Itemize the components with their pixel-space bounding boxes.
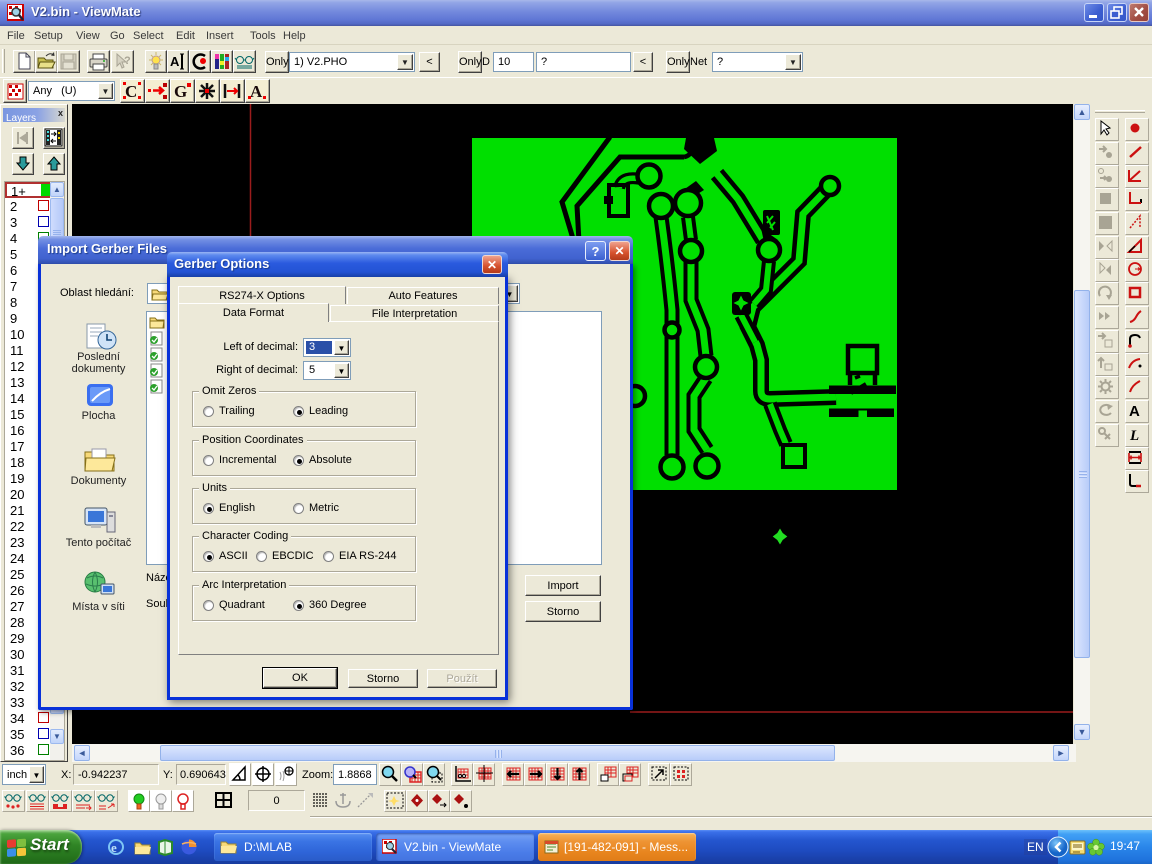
svg-text:A: A (250, 82, 263, 101)
svg-text:G: G (174, 82, 187, 101)
svg-text:C: C (125, 82, 137, 101)
svg-text:e: e (111, 840, 117, 855)
svg-text:A: A (1129, 403, 1140, 420)
svg-text:A: A (170, 54, 180, 69)
svg-text:?: ? (124, 55, 131, 67)
svg-text:L: L (1129, 428, 1139, 444)
